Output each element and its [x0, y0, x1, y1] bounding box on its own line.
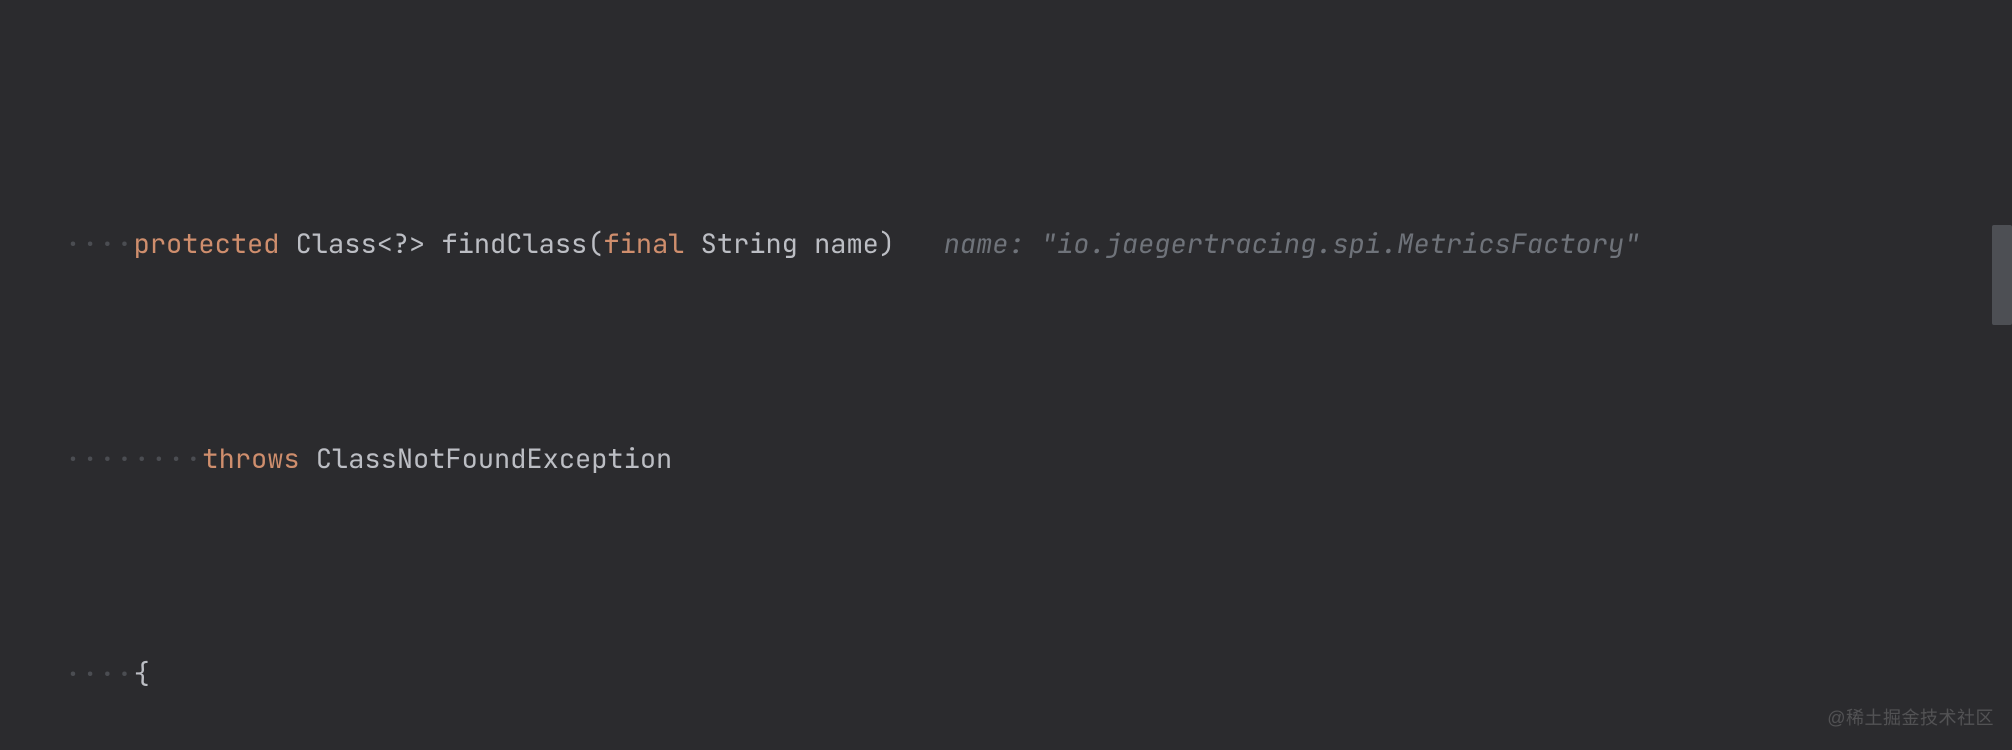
keyword: final: [603, 226, 684, 262]
scrollbar-thumb[interactable]: [1992, 225, 2012, 325]
space: [300, 441, 316, 477]
code-line[interactable]: ····{: [0, 610, 2012, 653]
space: [798, 226, 814, 262]
code-editor[interactable]: ····protected Class<?> findClass(final S…: [0, 0, 2012, 750]
param-name: name: [814, 226, 879, 262]
type: ClassNotFoundException: [316, 441, 672, 477]
keyword: protected: [134, 226, 280, 262]
paren-open: (: [587, 226, 603, 262]
scrollbar-track[interactable]: [1992, 0, 2012, 750]
space: [684, 226, 700, 262]
inlay-hint: name: "io.jaegertracing.spi.MetricsFacto…: [944, 226, 1641, 262]
brace-open: {: [134, 656, 150, 692]
indent-guide: ········: [65, 441, 203, 477]
space: [279, 226, 295, 262]
indent-guide: ····: [65, 656, 134, 692]
type: String: [701, 226, 798, 262]
space: [895, 226, 944, 262]
type: Class<?>: [296, 226, 426, 262]
code-line[interactable]: ········throws ClassNotFoundException: [0, 395, 2012, 438]
indent-guide: ····: [65, 226, 134, 262]
paren-close: ): [879, 226, 895, 262]
keyword: throws: [202, 441, 299, 477]
method-name: findClass: [441, 226, 587, 262]
watermark: @稀土掘金技术社区: [1827, 697, 1994, 740]
space: [425, 226, 441, 262]
code-line[interactable]: ····protected Class<?> findClass(final S…: [0, 180, 2012, 223]
